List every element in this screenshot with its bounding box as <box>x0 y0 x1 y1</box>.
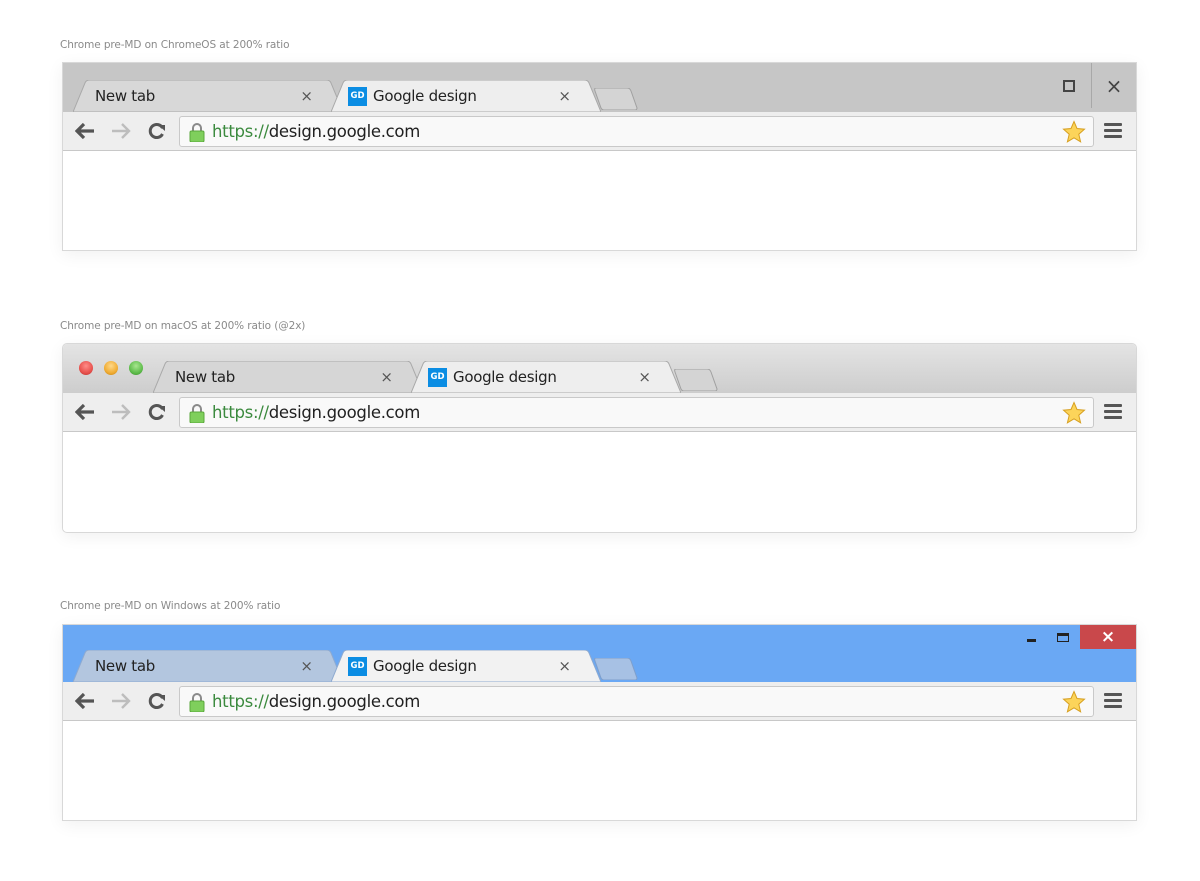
section-caption-macos: Chrome pre-MD on macOS at 200% ratio (@2… <box>60 320 306 332</box>
maximize-button[interactable] <box>1046 63 1091 108</box>
reload-button[interactable] <box>145 120 169 142</box>
chrome-menu-button[interactable] <box>1104 123 1122 139</box>
back-arrow-icon <box>75 404 94 420</box>
tab-label: New tab <box>95 657 155 675</box>
url-text: https://design.google.com <box>212 692 420 711</box>
address-bar[interactable]: https://design.google.com <box>179 686 1094 717</box>
lock-icon <box>189 122 205 142</box>
forward-arrow-icon <box>112 404 131 420</box>
tab-label: New tab <box>95 87 155 105</box>
maximize-icon <box>1057 632 1069 642</box>
tab-label: Google design <box>453 368 557 386</box>
tab-strip: New tab × GD Google design × × <box>63 625 1136 682</box>
new-tab-button[interactable] <box>593 657 639 681</box>
back-button[interactable] <box>73 690 97 712</box>
page-content <box>63 721 1136 819</box>
forward-button[interactable] <box>109 401 133 423</box>
google-design-favicon-icon: GD <box>348 86 367 106</box>
maximize-button[interactable] <box>1048 625 1078 649</box>
address-bar[interactable]: https://design.google.com <box>179 397 1094 428</box>
tab-strip: New tab × GD Google design × × <box>63 63 1136 112</box>
tab-new-tab[interactable]: New tab × <box>153 361 423 393</box>
url-host: design.google.com <box>268 122 421 141</box>
lock-icon <box>189 692 205 712</box>
bookmark-star-icon <box>1062 690 1086 713</box>
url-scheme: https:// <box>212 122 269 141</box>
mac-close-button[interactable] <box>79 361 93 375</box>
url-scheme: https:// <box>212 692 269 711</box>
reload-icon <box>148 123 165 139</box>
toolbar: https://design.google.com <box>63 393 1136 432</box>
forward-button[interactable] <box>109 120 133 142</box>
page-content <box>63 151 1136 249</box>
new-tab-button[interactable] <box>673 368 719 392</box>
tab-close-button[interactable]: × <box>558 87 571 105</box>
url-host: design.google.com <box>268 692 421 711</box>
bookmark-star-icon <box>1062 120 1086 143</box>
tab-new-tab[interactable]: New tab × <box>73 80 343 112</box>
tab-close-button[interactable]: × <box>300 87 313 105</box>
tab-strip: New tab × GD Google design × <box>63 344 1136 393</box>
section-caption-chromeos: Chrome pre-MD on ChromeOS at 200% ratio <box>60 39 290 51</box>
toolbar: https://design.google.com <box>63 682 1136 721</box>
section-caption-windows: Chrome pre-MD on Windows at 200% ratio <box>60 600 281 612</box>
tab-close-button[interactable]: × <box>300 657 313 675</box>
tab-google-design[interactable]: GD Google design × <box>411 361 681 393</box>
url-text: https://design.google.com <box>212 122 420 141</box>
address-bar[interactable]: https://design.google.com <box>179 116 1094 147</box>
tab-close-button[interactable]: × <box>558 657 571 675</box>
minimize-button[interactable] <box>1016 625 1046 649</box>
close-icon: × <box>1100 627 1116 647</box>
url-text: https://design.google.com <box>212 403 420 422</box>
forward-button[interactable] <box>109 690 133 712</box>
back-button[interactable] <box>73 401 97 423</box>
google-design-favicon-icon: GD <box>428 367 447 387</box>
mac-zoom-button[interactable] <box>129 361 143 375</box>
browser-window-windows: New tab × GD Google design × × https://d… <box>62 624 1137 821</box>
chrome-menu-button[interactable] <box>1104 404 1122 420</box>
back-button[interactable] <box>73 120 97 142</box>
minimize-icon <box>1026 638 1036 642</box>
toolbar: https://design.google.com <box>63 112 1136 151</box>
reload-button[interactable] <box>145 401 169 423</box>
tab-close-button[interactable]: × <box>380 368 393 386</box>
tab-new-tab[interactable]: New tab × <box>73 650 343 682</box>
page-content <box>63 432 1136 530</box>
tab-google-design[interactable]: GD Google design × <box>331 650 601 682</box>
reload-icon <box>148 693 165 709</box>
reload-icon <box>148 404 165 420</box>
bookmark-star-icon <box>1062 401 1086 424</box>
back-arrow-icon <box>75 123 94 139</box>
chrome-menu-button[interactable] <box>1104 693 1122 709</box>
browser-window-chromeos: New tab × GD Google design × × https://d… <box>62 62 1137 251</box>
forward-arrow-icon <box>112 123 131 139</box>
close-icon: × <box>1105 73 1123 98</box>
new-tab-button[interactable] <box>593 87 639 111</box>
maximize-icon <box>1062 79 1075 92</box>
mac-minimize-button[interactable] <box>104 361 118 375</box>
tab-google-design[interactable]: GD Google design × <box>331 80 601 112</box>
forward-arrow-icon <box>112 693 131 709</box>
lock-icon <box>189 403 205 423</box>
back-arrow-icon <box>75 693 94 709</box>
url-host: design.google.com <box>268 403 421 422</box>
reload-button[interactable] <box>145 690 169 712</box>
window-close-button[interactable]: × <box>1092 63 1136 108</box>
tab-label: Google design <box>373 87 477 105</box>
window-close-button[interactable]: × <box>1080 625 1136 649</box>
tab-label: New tab <box>175 368 235 386</box>
tab-label: Google design <box>373 657 477 675</box>
tab-close-button[interactable]: × <box>638 368 651 386</box>
url-scheme: https:// <box>212 403 269 422</box>
browser-window-macos: New tab × GD Google design × https://des… <box>62 343 1137 533</box>
google-design-favicon-icon: GD <box>348 656 367 676</box>
